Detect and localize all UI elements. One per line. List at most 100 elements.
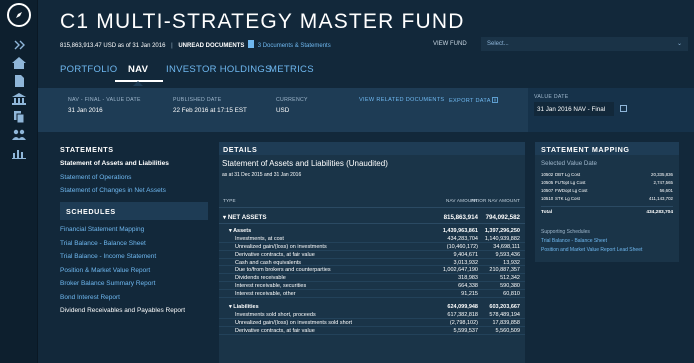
document-icon — [248, 40, 255, 48]
bank-icon[interactable] — [11, 92, 27, 106]
row-prior-nav-amount: 34,698,111 — [493, 243, 520, 250]
currency: CURRENCY USD — [276, 97, 308, 114]
nav-info-bar: NAV - FINAL - VALUE DATE 31 Jan 2016 PUB… — [38, 88, 694, 132]
row-label: Derivative contracts, at fair value — [235, 251, 315, 258]
row-label: ▾ Liabilities — [229, 304, 259, 311]
mapping-code: 10502 — [541, 172, 554, 177]
value-date-select[interactable]: 31 Jan 2016 NAV - Final — [534, 102, 614, 116]
table-row: Unrealized gain/(loss) on investments (10… — [219, 243, 525, 251]
users-icon[interactable] — [11, 128, 27, 142]
statement-mapping-heading: STATEMENT MAPPING — [535, 142, 679, 155]
mapping-link-trial-balance[interactable]: Trial Balance - Balance Sheet — [541, 238, 607, 244]
row-nav-amount: 3,013,932 — [453, 259, 478, 266]
row-label: Cash and cash equivalents — [235, 259, 302, 266]
mapping-total-row: Total 434,283,704 — [541, 205, 673, 216]
row-nav-amount: 815,863,914 — [443, 214, 478, 221]
row-label: Derivative contracts, at fair value — [235, 327, 315, 334]
table-row: Due to/from brokers and counterparties 1,… — [219, 266, 525, 275]
table-row[interactable]: ▾ NET ASSETS 815,863,914 794,092,582 — [219, 210, 525, 224]
row-nav-amount: 1,439,963,861 — [442, 228, 478, 234]
table-row: Interest receivable, securities 664,338 59… — [219, 282, 525, 291]
view-related-documents-link[interactable]: VIEW RELATED DOCUMENTS — [359, 97, 444, 103]
tab-portfolio[interactable]: PORTFOLIO — [60, 64, 117, 75]
statement-operations[interactable]: Statement of Operations — [60, 171, 208, 185]
tab-nav[interactable]: NAV — [128, 64, 148, 75]
statement-changes-net-assets[interactable]: Statement of Changes in Net Assets — [60, 184, 208, 198]
mapping-table: 10502 DBT Lg Cost 20,335,836 10505 FUTopt Lg… — [541, 171, 673, 216]
chart-icon[interactable] — [11, 146, 27, 160]
details-panel: DETAILS Statement of Assets and Liabilit… — [219, 142, 525, 363]
document-icon[interactable] — [11, 74, 27, 88]
row-prior-nav-amount: 13,932 — [503, 259, 520, 266]
export-icon — [492, 97, 499, 103]
export-data-link[interactable]: EXPORT DATA — [449, 97, 499, 104]
unread-documents-link[interactable]: 3 Documents & Statements — [258, 43, 331, 49]
row-label: Unrealized gain/(loss) on investments — [235, 243, 327, 250]
mapping-total-label: Total — [541, 209, 553, 215]
row-nav-amount: 91,215 — [461, 291, 478, 298]
expand-icon[interactable] — [11, 38, 27, 52]
mapping-row: 10502 DBT Lg Cost 20,335,836 — [541, 171, 673, 179]
schedule-financial-statement-mapping[interactable]: Financial Statement Mapping — [60, 223, 208, 237]
details-subtitle: as at 31 Dec 2015 and 31 Jan 2016 — [222, 172, 302, 178]
mapping-name: STK Lg Cost — [555, 195, 580, 201]
row-nav-amount: (2,798,102) — [449, 319, 478, 326]
details-column-header: TYPE NAV AMOUNT PRIOR NAV AMOUNT — [219, 190, 525, 208]
mapping-link-position-market-value[interactable]: Position and Market Value Report Lead Sh… — [541, 247, 642, 253]
mapping-name: FUTopt Lg Cost — [555, 179, 586, 185]
home-icon[interactable] — [11, 56, 27, 70]
table-row: Cash and cash equivalents 3,013,932 13,932 — [219, 259, 525, 267]
row-nav-amount: 617,382,818 — [447, 311, 478, 318]
row-label: Investments sold short, proceeds — [235, 311, 316, 318]
row-nav-amount: 9,404,671 — [453, 251, 478, 258]
row-nav-amount: 1,002,647,190 — [442, 267, 478, 274]
calendar-icon[interactable] — [620, 105, 627, 112]
row-prior-nav-amount: 210,887,357 — [489, 267, 520, 274]
mapping-name: FWDopt Lg Cost — [555, 187, 588, 193]
mapping-total-value: 434,283,704 — [646, 209, 673, 215]
table-row: Interest receivable, other 91,215 60,810 — [219, 290, 525, 299]
mapping-value: 20,335,836 — [651, 172, 673, 177]
currency-value: USD — [276, 107, 290, 114]
row-nav-amount: (10,460,172) — [446, 243, 478, 250]
row-label: Dividends receivable — [235, 275, 286, 282]
schedules-heading: SCHEDULES — [60, 202, 208, 220]
row-prior-nav-amount: 60,810 — [503, 291, 520, 298]
compass-icon[interactable] — [7, 3, 31, 27]
fund-amount: 815,863,913.47 USD — [60, 43, 117, 49]
schedule-position-market-value[interactable]: Position & Market Value Report — [60, 264, 208, 278]
table-row: Derivative contracts, at fair value 5,599… — [219, 327, 525, 335]
nav-rail — [0, 0, 38, 363]
currency-label: CURRENCY — [276, 97, 308, 103]
row-prior-nav-amount: 590,380 — [500, 283, 520, 290]
view-fund-label: VIEW FUND — [433, 41, 467, 47]
chevron-down-icon: ⌄ — [676, 41, 682, 47]
row-nav-amount: 318,983 — [458, 275, 478, 282]
schedule-trial-balance-balance-sheet[interactable]: Trial Balance - Balance Sheet — [60, 237, 208, 251]
row-prior-nav-amount: 5,560,509 — [495, 327, 520, 334]
schedule-trial-balance-income-statement[interactable]: Trial Balance - Income Statement — [60, 250, 208, 264]
unread-documents-label: UNREAD DOCUMENTS — [178, 43, 245, 49]
table-row[interactable]: ▾ Assets 1,439,963,861 1,397,296,250 — [219, 227, 525, 235]
statement-assets-liabilities[interactable]: Statement of Assets and Liabilities — [60, 157, 208, 171]
statements-heading: STATEMENTS — [60, 145, 114, 154]
value-date-label: VALUE DATE — [534, 94, 569, 100]
schedule-dividend-receivables[interactable]: Dividend Receivables and Payables Report — [60, 304, 208, 318]
table-row: Unrealized gain/(loss) on investments so… — [219, 319, 525, 327]
schedule-broker-balance-summary[interactable]: Broker Balance Summary Report — [60, 277, 208, 291]
row-prior-nav-amount: 9,593,436 — [495, 251, 520, 258]
fund-title: C1 MULTI-STRATEGY MASTER FUND — [60, 10, 465, 33]
row-nav-amount: 664,338 — [458, 283, 478, 290]
row-label: Interest receivable, other — [235, 291, 296, 298]
view-fund-select[interactable]: Select... ⌄ — [481, 37, 688, 51]
mapping-code: 10507 — [541, 187, 554, 193]
row-label: Due to/from brokers and counterparties — [235, 267, 331, 274]
fund-summary-line: 815,863,913.47 USD as of 31 Jan 2016 | U… — [60, 40, 331, 49]
schedule-bond-interest[interactable]: Bond Interest Report — [60, 291, 208, 305]
files-icon[interactable] — [11, 110, 27, 124]
tab-investor-holdings[interactable]: INVESTOR HOLDINGS — [166, 64, 272, 75]
schedules-list: Financial Statement Mapping Trial Balanc… — [60, 223, 208, 318]
mapping-code: 10510 — [541, 195, 554, 201]
tab-metrics[interactable]: METRICS — [269, 64, 314, 75]
table-row[interactable]: ▾ Liabilities 624,099,948 603,203,667 — [219, 303, 525, 311]
